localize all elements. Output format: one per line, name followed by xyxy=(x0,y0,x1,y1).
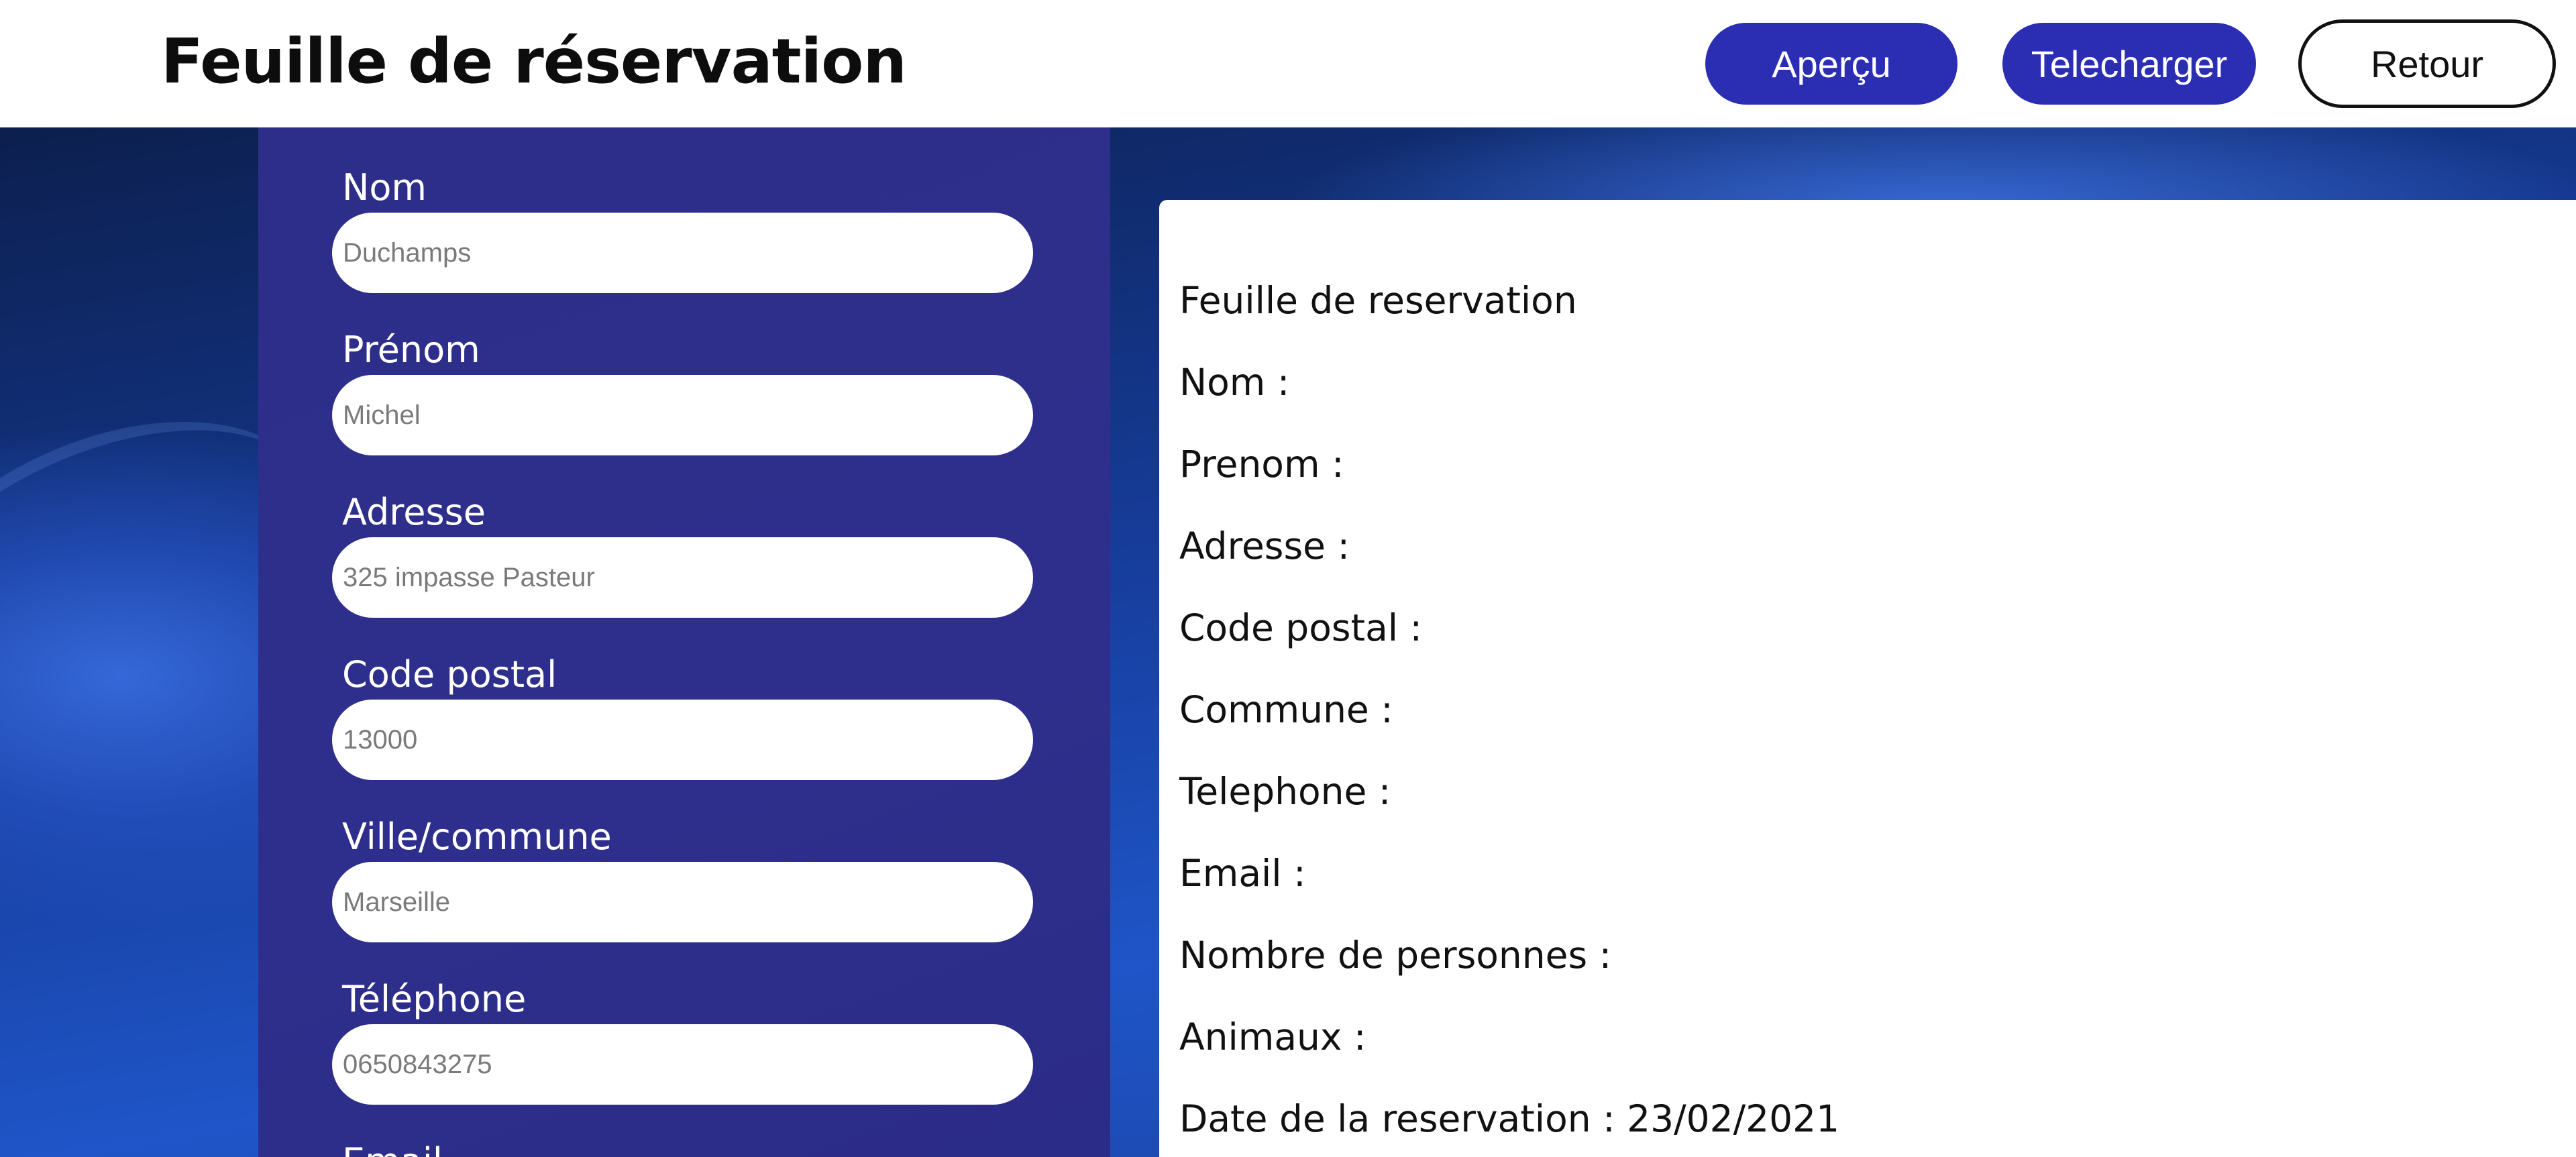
preview-commune: Commune : xyxy=(1179,688,1393,731)
nom-input[interactable] xyxy=(332,213,1033,293)
field-label-ville: Ville/commune xyxy=(342,816,612,858)
preview-adresse: Adresse : xyxy=(1179,525,1350,567)
field-label-telephone: Téléphone xyxy=(342,978,527,1020)
preview-nombre-personnes: Nombre de personnes : xyxy=(1179,934,1612,977)
back-button[interactable]: Retour xyxy=(2298,19,2556,108)
field-label-adresse: Adresse xyxy=(342,491,486,533)
reservation-form: Nom Prénom Adresse Code postal Ville/com… xyxy=(258,127,1110,1157)
preview-date-reservation: Date de la reservation : 23/02/2021 xyxy=(1179,1097,1840,1140)
preview-email: Email : xyxy=(1179,852,1306,895)
prenom-input[interactable] xyxy=(332,375,1033,455)
adresse-input[interactable] xyxy=(332,537,1033,618)
field-label-code-postal: Code postal xyxy=(342,653,557,696)
preview-nom: Nom : xyxy=(1179,361,1290,404)
field-label-prenom: Prénom xyxy=(342,329,480,371)
field-label-nom: Nom xyxy=(342,166,427,209)
telephone-input[interactable] xyxy=(332,1024,1033,1105)
preview-prenom: Prenom : xyxy=(1179,443,1344,486)
download-button[interactable]: Telecharger xyxy=(2002,23,2256,105)
ville-input[interactable] xyxy=(332,862,1033,942)
header: Feuille de réservation Aperçu Telecharge… xyxy=(0,0,2576,127)
preview-telephone: Telephone : xyxy=(1179,770,1391,813)
preview-button[interactable]: Aperçu xyxy=(1705,23,1957,105)
field-label-email: Email xyxy=(342,1140,443,1157)
preview-animaux: Animaux : xyxy=(1179,1015,1366,1058)
page-title: Feuille de réservation xyxy=(161,25,907,97)
preview-title: Feuille de reservation xyxy=(1179,279,1577,322)
reservation-preview: Feuille de reservation Nom : Prenom : Ad… xyxy=(1159,200,2576,1157)
preview-code-postal: Code postal : xyxy=(1179,606,1423,649)
code-postal-input[interactable] xyxy=(332,700,1033,780)
